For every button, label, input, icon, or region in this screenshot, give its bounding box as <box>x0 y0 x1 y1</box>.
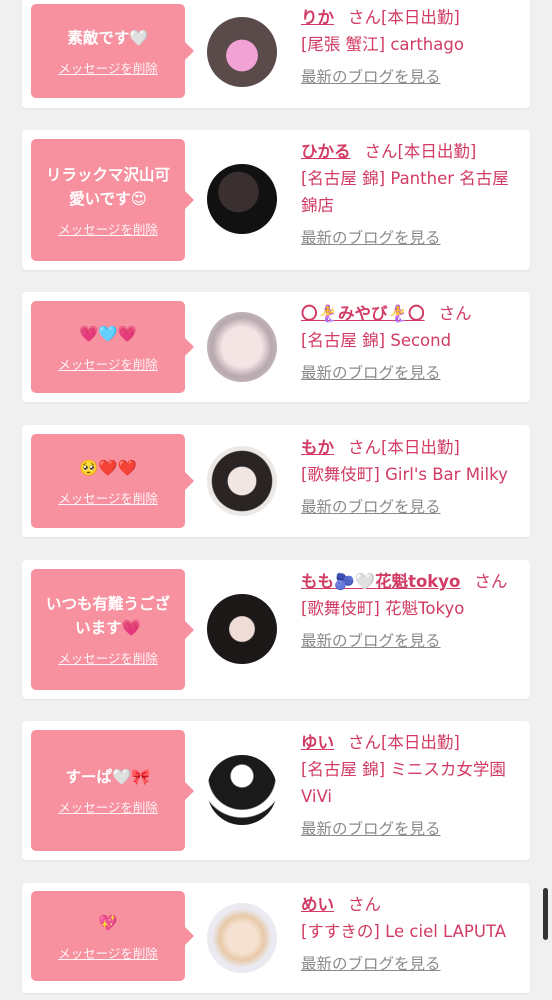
latest-blog-link[interactable]: 最新のブログを見る <box>301 225 523 252</box>
message-text: すーぱ🤍🎀 <box>65 768 151 786</box>
profile-info: 〇🧜‍♀️みやび🧜‍♀️〇 さん [名古屋 錦] Second 最新のブログを見る <box>301 300 523 387</box>
avatar[interactable] <box>207 446 277 516</box>
profile-info: めい さん [すすきの] Le ciel LAPUTA 最新のブログを見る <box>301 891 523 978</box>
delete-message-link[interactable]: メッセージを削除 <box>58 797 158 816</box>
latest-blog-link[interactable]: 最新のブログを見る <box>301 360 523 387</box>
shop-name: [すすきの] Le ciel LAPUTA <box>301 922 507 941</box>
profile-name-link[interactable]: めい <box>301 895 334 914</box>
profile-info: もも🫐🤍花魁tokyo さん [歌舞伎町] 花魁Tokyo 最新のブログを見る <box>301 568 523 655</box>
avatar[interactable] <box>207 755 277 825</box>
avatar[interactable] <box>207 903 277 973</box>
shop-name: [名古屋 錦] Panther 名古屋錦店 <box>301 169 509 215</box>
delete-message-link[interactable]: メッセージを削除 <box>58 58 158 77</box>
profile-name-link[interactable]: もも🫐🤍花魁tokyo <box>301 572 460 591</box>
message-text: 💖 <box>98 913 118 932</box>
message-text: いつも有難うございます💗 <box>45 595 170 637</box>
latest-blog-link[interactable]: 最新のブログを見る <box>301 816 523 843</box>
honorific: さん <box>348 895 381 914</box>
profile-info: りか さん[本日出勤] [尾張 蟹江] carthago 最新のブログを見る <box>301 4 523 91</box>
profile-name-link[interactable]: もか <box>301 438 334 457</box>
message-card: 💖 メッセージを削除 めい さん [すすきの] Le ciel LAPUTA 最新… <box>22 883 530 993</box>
profile-info: ゆい さん[本日出勤] [名古屋 錦] ミニスカ女学園ViVi 最新のブログを見る <box>301 729 523 843</box>
message-text: リラックマ沢山可愛いです😍 <box>45 165 170 208</box>
avatar[interactable] <box>207 594 277 664</box>
message-card: リラックマ沢山可愛いです😍 メッセージを削除 ひかる さん[本日出勤] [名古屋 … <box>22 130 530 270</box>
profile-name-link[interactable]: 〇🧜‍♀️みやび🧜‍♀️〇 <box>301 304 425 323</box>
message-card: 💗🩵💗 メッセージを削除 〇🧜‍♀️みやび🧜‍♀️〇 さん [名古屋 錦] Sec… <box>22 292 530 402</box>
shop-name: [歌舞伎町] Girl's Bar Milky <box>301 465 508 484</box>
message-card: 素敵です🤍 メッセージを削除 りか さん[本日出勤] [尾張 蟹江] cartha… <box>22 0 530 108</box>
message-bubble: 素敵です🤍 メッセージを削除 <box>31 4 194 98</box>
delete-message-link[interactable]: メッセージを削除 <box>58 219 158 238</box>
delete-message-link[interactable]: メッセージを削除 <box>58 943 158 962</box>
delete-message-link[interactable]: メッセージを削除 <box>58 488 158 507</box>
message-card: すーぱ🤍🎀 メッセージを削除 ゆい さん[本日出勤] [名古屋 錦] ミニスカ女学… <box>22 721 530 860</box>
message-bubble: リラックマ沢山可愛いです😍 メッセージを削除 <box>31 139 194 261</box>
message-text: 素敵です🤍 <box>67 28 149 47</box>
honorific: さん <box>474 572 508 591</box>
avatar[interactable] <box>207 17 277 87</box>
latest-blog-link[interactable]: 最新のブログを見る <box>301 64 523 91</box>
latest-blog-link[interactable]: 最新のブログを見る <box>301 494 523 521</box>
message-bubble: 💗🩵💗 メッセージを削除 <box>31 301 194 393</box>
message-card: いつも有難うございます💗 メッセージを削除 もも🫐🤍花魁tokyo さん [歌舞伎… <box>22 560 530 699</box>
avatar[interactable] <box>207 164 277 234</box>
shop-name: [尾張 蟹江] carthago <box>301 35 464 54</box>
profile-name-link[interactable]: ゆい <box>301 733 334 752</box>
delete-message-link[interactable]: メッセージを削除 <box>58 354 158 373</box>
shop-name: [名古屋 錦] Second <box>301 331 452 350</box>
honorific: さん <box>348 733 381 752</box>
status-tag: [本日出勤] <box>381 8 460 27</box>
shop-name: [歌舞伎町] 花魁Tokyo <box>301 599 465 618</box>
delete-message-link[interactable]: メッセージを削除 <box>58 648 158 667</box>
profile-info: もか さん[本日出勤] [歌舞伎町] Girl's Bar Milky 最新のブロ… <box>301 434 523 521</box>
message-bubble: いつも有難うございます💗 メッセージを削除 <box>31 569 194 690</box>
message-text: 🥺❤️❤️ <box>79 458 137 477</box>
message-bubble: すーぱ🤍🎀 メッセージを削除 <box>31 730 194 851</box>
honorific: さん <box>348 8 381 27</box>
honorific: さん <box>348 438 381 457</box>
status-tag: [本日出勤] <box>381 733 460 752</box>
message-bubble: 💖 メッセージを削除 <box>31 891 194 981</box>
avatar[interactable] <box>207 312 277 382</box>
profile-name-link[interactable]: ひかる <box>301 142 351 161</box>
message-bubble: 🥺❤️❤️ メッセージを削除 <box>31 434 194 528</box>
message-text: 💗🩵💗 <box>79 324 137 343</box>
profile-info: ひかる さん[本日出勤] [名古屋 錦] Panther 名古屋錦店 最新のブログ… <box>301 138 523 252</box>
honorific: さん <box>364 142 398 161</box>
message-card: 🥺❤️❤️ メッセージを削除 もか さん[本日出勤] [歌舞伎町] Girl's … <box>22 425 530 537</box>
honorific: さん <box>438 304 472 323</box>
latest-blog-link[interactable]: 最新のブログを見る <box>301 951 523 978</box>
shop-name: [名古屋 錦] ミニスカ女学園ViVi <box>301 760 506 806</box>
scrollbar[interactable] <box>543 888 548 940</box>
status-tag: [本日出勤] <box>381 438 460 457</box>
profile-name-link[interactable]: りか <box>301 8 334 27</box>
latest-blog-link[interactable]: 最新のブログを見る <box>301 628 523 655</box>
status-tag: [本日出勤] <box>397 142 477 161</box>
